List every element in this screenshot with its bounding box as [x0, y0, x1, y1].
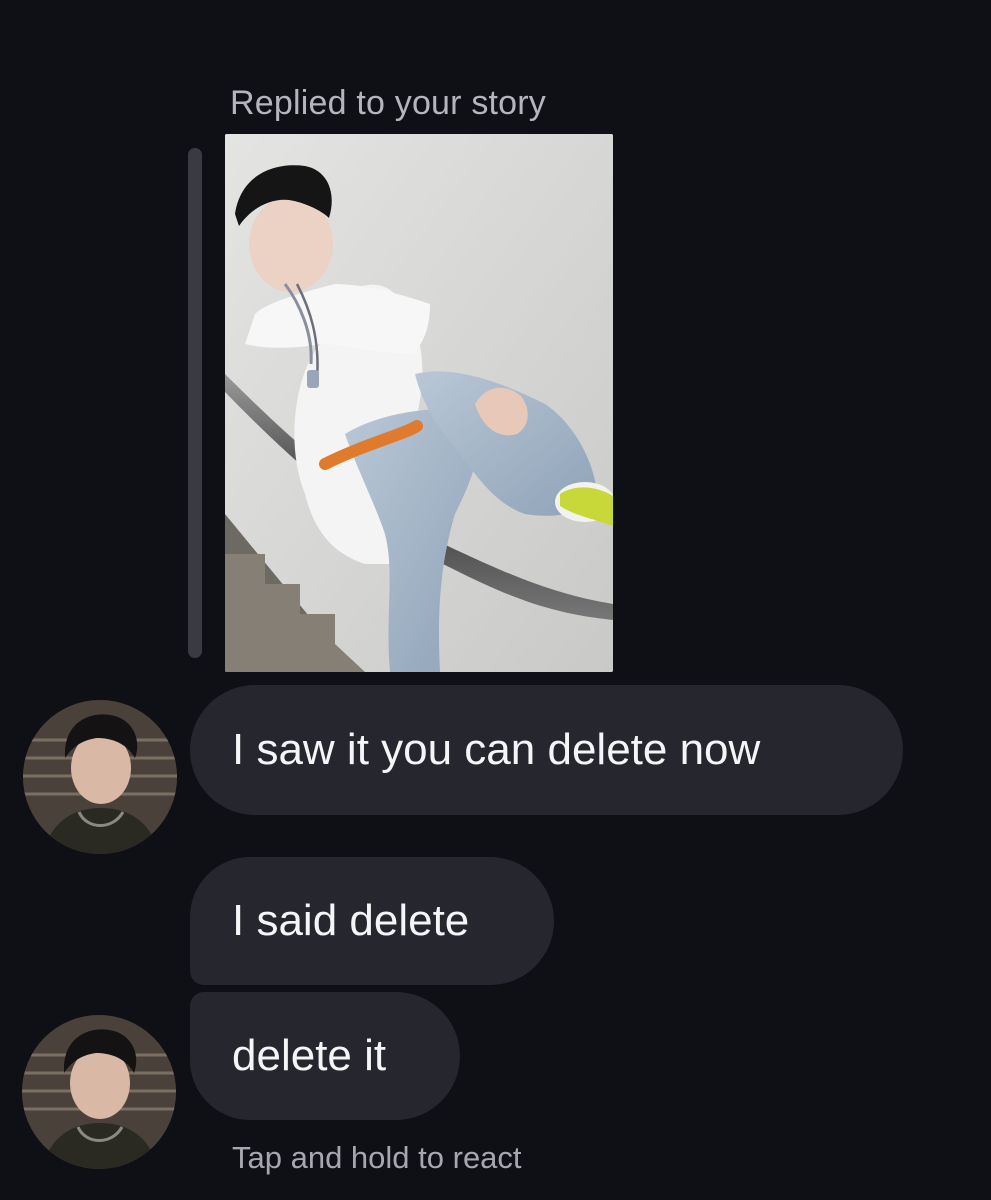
message-text: I said delete — [232, 896, 470, 945]
story-thumbnail[interactable] — [225, 134, 613, 672]
message-bubble[interactable]: I saw it you can delete now — [190, 685, 903, 815]
story-photo-icon — [225, 134, 613, 672]
message-bubble[interactable]: delete it — [190, 992, 460, 1120]
message-bubble[interactable]: I said delete — [190, 857, 554, 985]
reply-indicator-bar — [188, 148, 202, 658]
message-text: delete it — [232, 1031, 387, 1080]
sender-avatar[interactable] — [22, 1015, 176, 1169]
sender-avatar[interactable] — [23, 700, 177, 854]
react-hint: Tap and hold to react — [232, 1140, 522, 1175]
message-text: I saw it you can delete now — [232, 725, 761, 774]
avatar-photo-icon — [22, 1015, 176, 1169]
avatar-photo-icon — [23, 700, 177, 854]
story-reply-label: Replied to your story — [230, 84, 547, 122]
dm-thread: Replied to your story I saw it you can d… — [0, 0, 991, 1200]
